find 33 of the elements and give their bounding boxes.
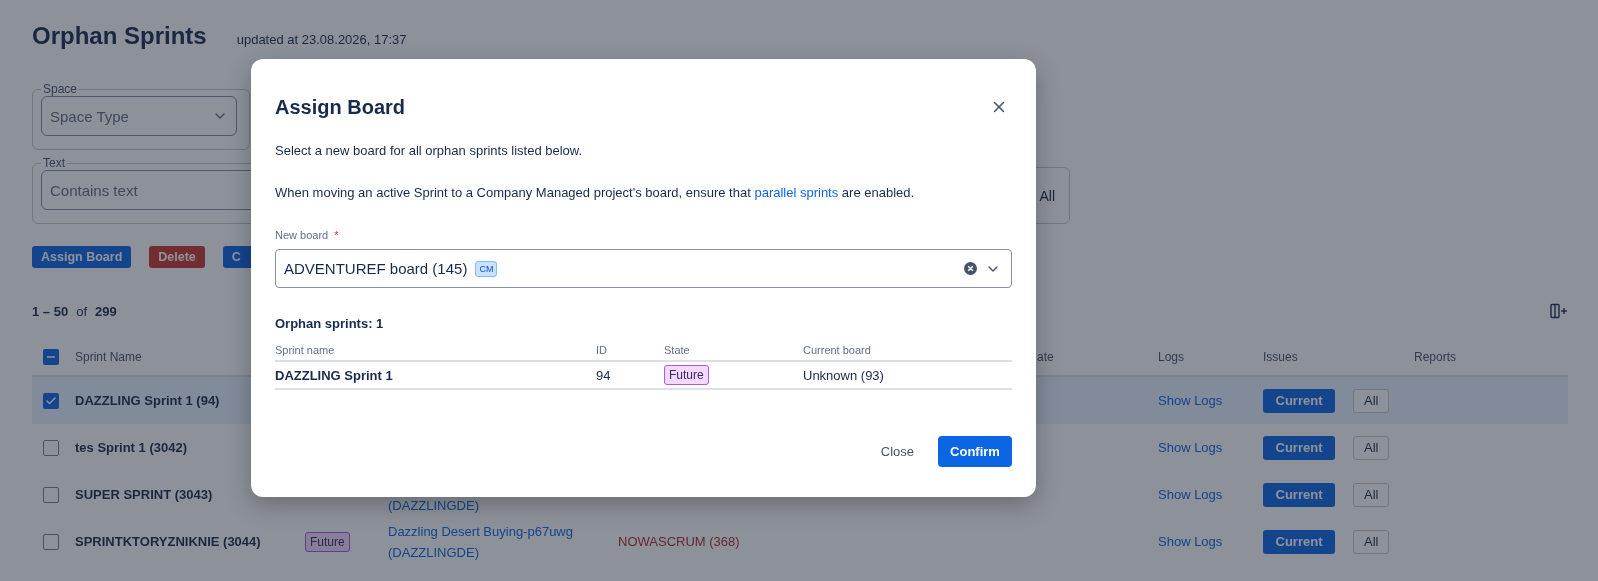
column-header: Sprint Name [75,350,142,364]
filter-legend: Space [41,82,80,96]
board-type-tag: CM [475,260,498,277]
column-header: ate [1037,350,1054,364]
sprint-name: DAZZLING Sprint 1 (94) [75,393,221,408]
sprint-name: SPRINTKTORYZNIKNIE (3044) [75,534,262,549]
column-header: Current board [803,344,872,356]
dialog-title: Assign Board [275,95,406,119]
column-header: State [664,344,691,356]
list-title: Orphan sprints: 1 [275,316,385,331]
page-total: 299 [95,303,117,319]
sprint-name: tes Sprint 1 (3042) [75,440,188,455]
field-label: New board [275,229,329,241]
column-header: Issues [1263,350,1298,364]
sprint-name: SUPER SPRINT (3043) [75,487,214,502]
current-board: Unknown (93) [803,367,885,383]
column-header: Logs [1158,350,1185,364]
filter-legend: Text [41,156,67,170]
selected-board: ADVENTUREF board (145) [284,260,468,277]
updated-time: updated at 23.08.2026, 17:37 [236,32,407,47]
column-header: Sprint name [275,344,336,356]
required-mark: * [334,229,339,241]
state-tag: Future [664,365,709,385]
state-tag: Future [305,531,350,552]
page-title: Orphan Sprints [32,22,207,50]
page-range: 1 – 50 [32,303,69,319]
board-name: NOWASCRUM (368) [618,534,741,549]
column-header: ID [596,344,608,356]
column-header: Reports [1414,350,1457,364]
page-of: of [76,303,87,319]
sprint-name: DAZZLING Sprint 1 [275,367,394,383]
dialog-description: Select a new board for all orphan sprints listed below. [275,142,584,160]
sprint-id: 94 [596,367,612,383]
